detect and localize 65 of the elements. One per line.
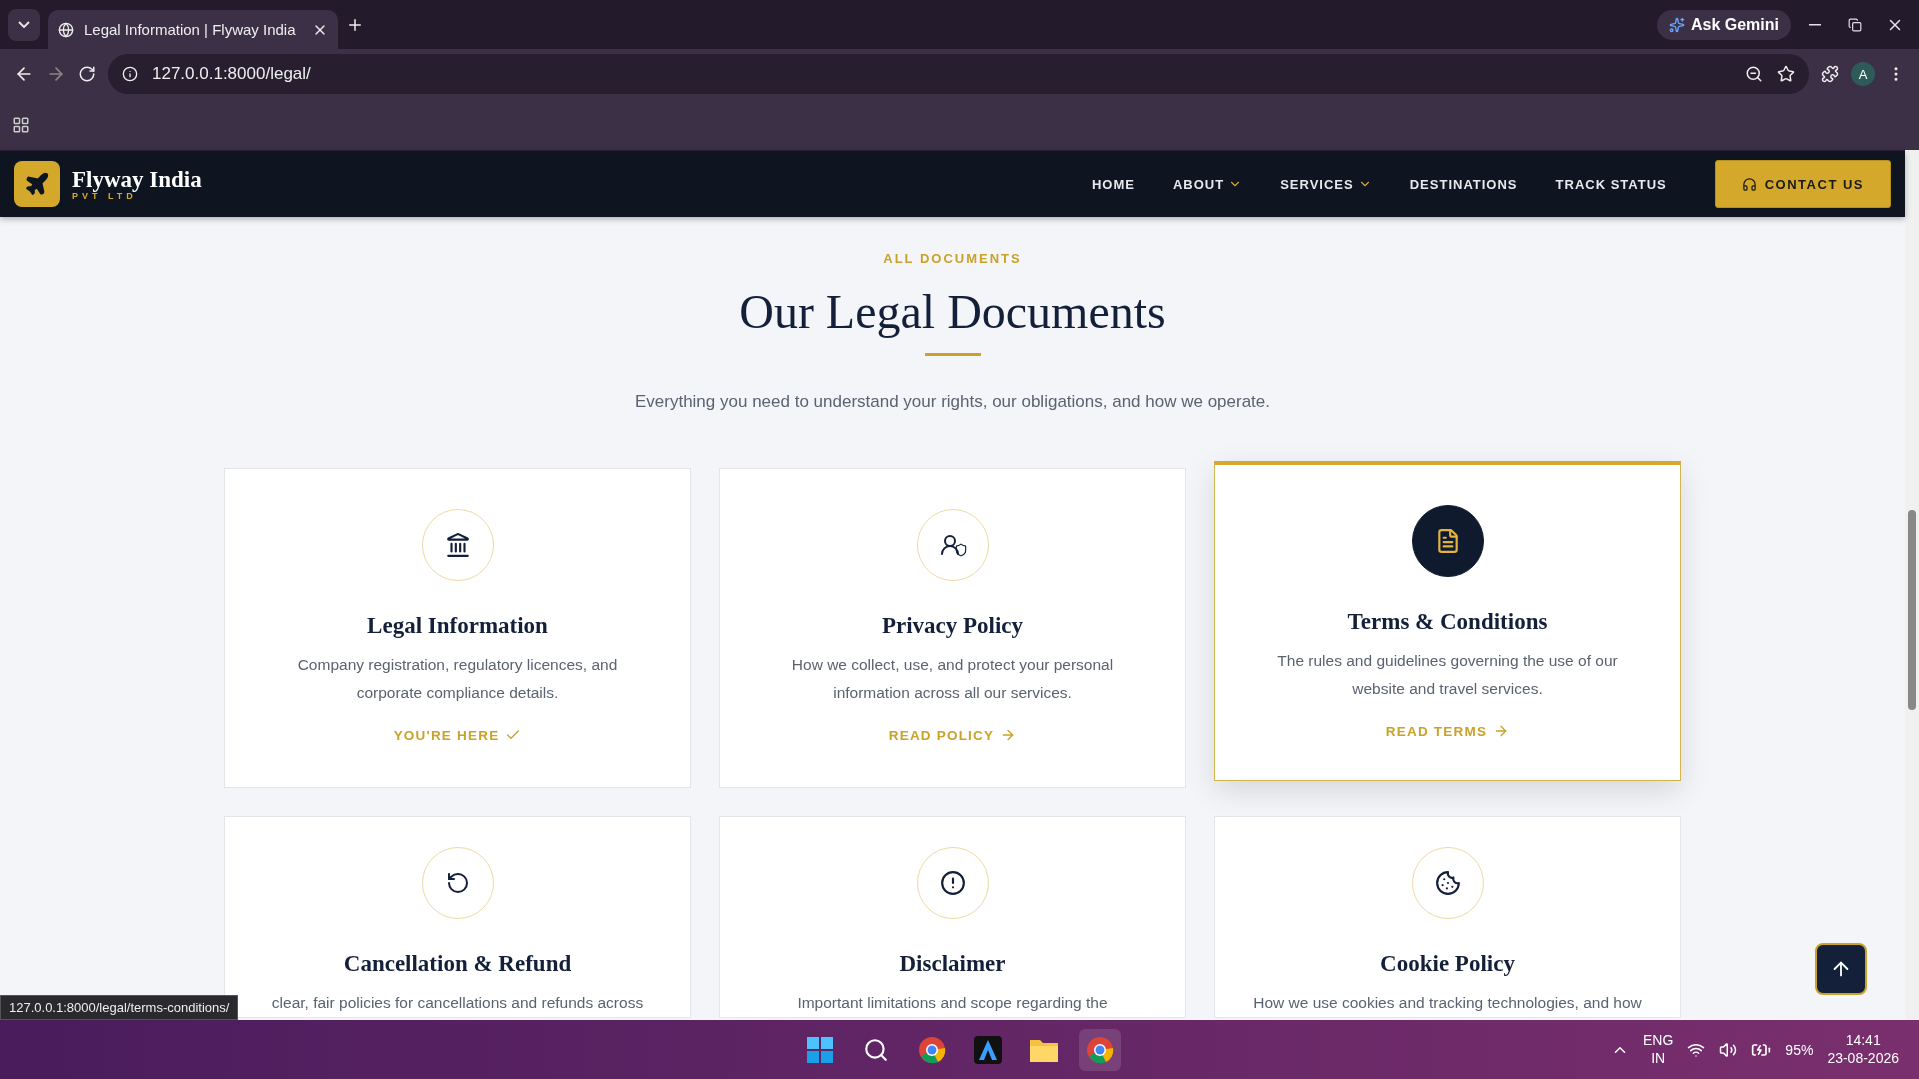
battery-level: 95% [1785,1041,1814,1058]
document-card[interactable]: Disclaimer Important limitations and scope regarding the [719,816,1186,1018]
card-title: Disclaimer [899,951,1006,977]
card-title: Terms & Conditions [1347,609,1548,635]
clock-date[interactable]: 23-08-2026 [1827,1049,1899,1067]
restore-icon [1848,17,1862,32]
document-card[interactable]: Terms & Conditions The rules and guidelines governing the use of our website and travel services. READ TERMS [1214,461,1681,781]
card-description: Important limitations and scope regarding the [797,993,1108,1013]
brand-name[interactable]: Flyway India [72,167,202,191]
zoom-icon[interactable] [1745,65,1763,83]
section-subtitle: Everything you need to understand your rights, our obligations, and how we operate. [634,392,1271,412]
info-icon[interactable] [122,66,138,82]
apps-icon[interactable] [12,115,30,134]
section-title: Our Legal Documents [739,284,1166,339]
globe-icon [58,21,74,38]
browser-tab[interactable]: Legal Information | Flyway India [48,10,338,49]
undo-icon [445,871,470,895]
scrollbar[interactable] [1905,150,1919,1020]
card-description: How we use cookies and tracking technologies, and how [1253,993,1642,1013]
bank-icon [444,532,471,558]
sparkle-icon [1668,16,1685,33]
cookie-icon [1434,870,1461,896]
card-description: Company registration, regulatory licences, and corporate compliance details. [296,655,619,703]
alert-icon [939,870,966,896]
nav-link[interactable]: DESTINATIONS [1409,176,1518,192]
document-card[interactable]: Legal Information Company registration, regulatory licences, and corporate compliance details. YOU'RE HERE [224,468,691,788]
contact-button[interactable]: CONTACT US [1714,160,1891,208]
card-title: Legal Information [367,613,548,639]
brand-subtitle: PVT LTD [72,190,137,201]
clock-time[interactable]: 14:41 [1845,1032,1881,1050]
tab-title: Legal Information | Flyway India [84,21,297,38]
card-description: clear, fair policies for cancellations and refunds across [271,993,644,1013]
card-description: How we collect, use, and protect your personal information across all our services. [790,655,1115,703]
browser-icon[interactable] [1085,1035,1114,1064]
card-title: Cookie Policy [1380,951,1515,977]
language-label[interactable]: ENG [1643,1032,1674,1050]
card-title: Cancellation & Refund [343,951,572,977]
region-label[interactable]: IN [1651,1049,1666,1067]
document-card[interactable]: Cookie Policy How we use cookies and tracking technologies, and how [1214,816,1681,1018]
volume-icon[interactable] [1719,1040,1738,1059]
document-card[interactable]: Privacy Policy How we collect, use, and protect your personal information across all our services. READ POLICY [719,468,1186,788]
minimize-icon [1809,23,1821,26]
nav-link[interactable]: HOME [1092,176,1135,192]
nav-link[interactable]: SERVICES [1280,176,1372,192]
assistant-button[interactable]: Ask Gemini [1656,9,1791,40]
logo-icon[interactable] [14,161,60,207]
card-description: The rules and guidelines governing the use of our website and travel services. [1276,651,1619,699]
scroll-top-button[interactable] [1815,943,1867,995]
chevron-down-icon [18,21,30,28]
nav-link[interactable]: ABOUT [1173,176,1243,192]
extensions-icon[interactable] [1821,65,1839,83]
section-eyebrow: ALL DOCUMENTS [883,251,1022,266]
profile-avatar[interactable]: A [1851,62,1875,86]
windows-start-icon[interactable] [806,1036,833,1063]
search-icon[interactable] [862,1036,889,1063]
headset-icon [1741,176,1757,192]
card-title: Privacy Policy [881,613,1024,639]
app-icon[interactable] [973,1035,1002,1064]
nav-link[interactable]: TRACK STATUS [1555,176,1667,192]
reload-icon[interactable] [78,65,96,83]
tab-list-button[interactable] [8,8,40,41]
address-bar[interactable]: 127.0.0.1:8000/legal/ [108,54,1809,94]
status-url: 127.0.0.1:8000/legal/terms-conditions/ [0,995,239,1020]
bookmark-star-icon[interactable] [1777,65,1795,83]
browser-icon[interactable] [917,1035,946,1064]
